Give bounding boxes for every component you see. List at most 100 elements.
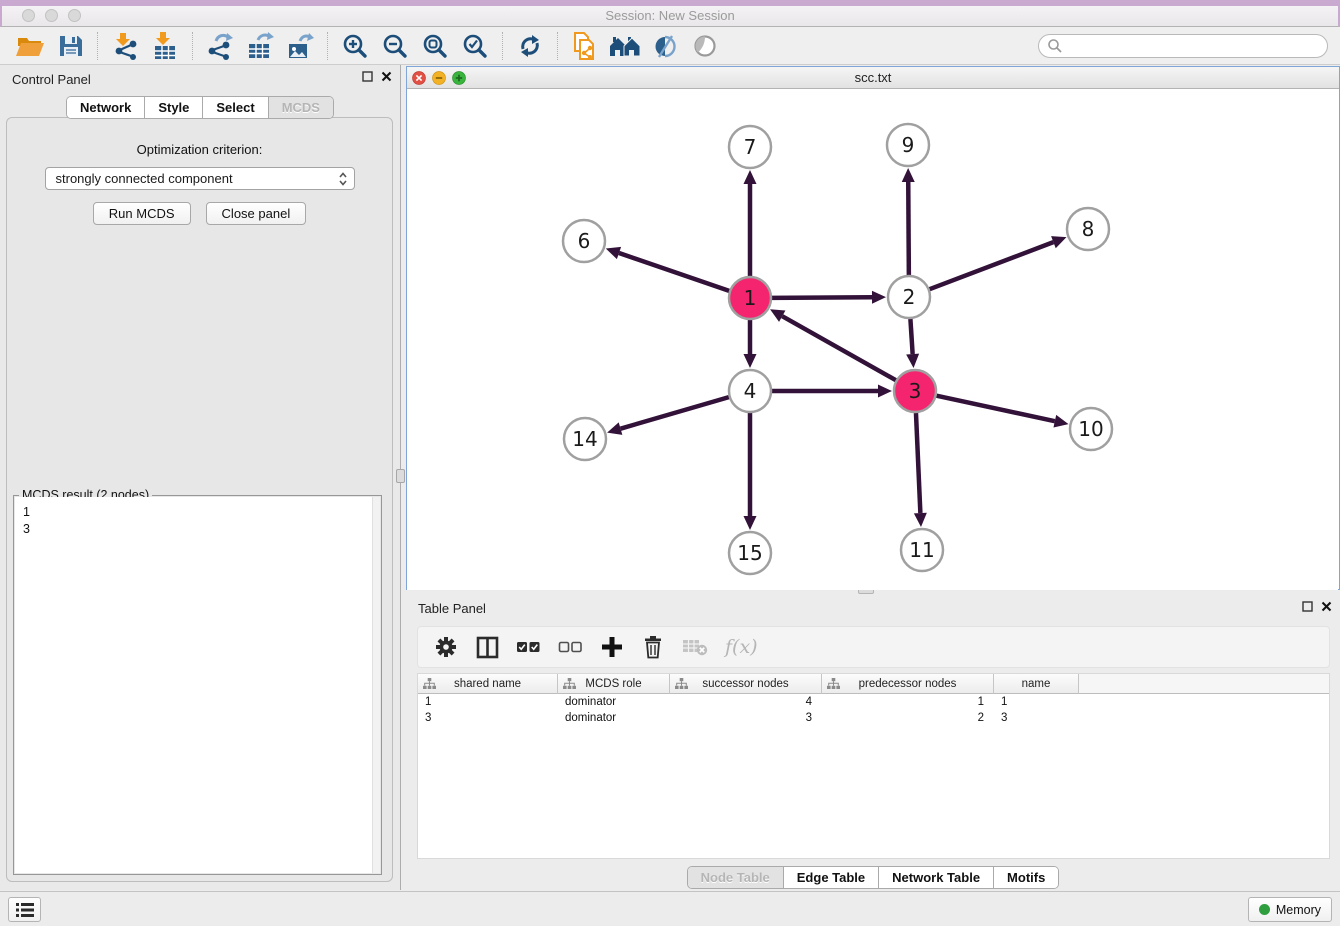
- open-session-button[interactable]: [10, 30, 50, 62]
- graph-node-9[interactable]: 9: [887, 124, 929, 166]
- graphics-details-button[interactable]: [645, 30, 685, 62]
- graph-edge[interactable]: [908, 182, 909, 275]
- task-history-button[interactable]: [8, 897, 41, 922]
- zoom-in-button[interactable]: [335, 30, 375, 62]
- show-columns-button[interactable]: [475, 634, 499, 660]
- result-line: 1: [23, 504, 380, 521]
- table-row[interactable]: 3 dominator 3 2 3: [418, 710, 1329, 726]
- column-header-mcds-role[interactable]: MCDS role: [558, 674, 670, 694]
- column-header-shared-name[interactable]: shared name: [418, 674, 558, 694]
- tab-network[interactable]: Network: [67, 97, 145, 118]
- search-input[interactable]: [1063, 36, 1327, 56]
- tab-select[interactable]: Select: [203, 97, 268, 118]
- graph-node-8[interactable]: 8: [1067, 208, 1109, 250]
- graph-node-7[interactable]: 7: [729, 126, 771, 168]
- search-icon: [1047, 38, 1063, 54]
- edge-arrowhead: [906, 354, 919, 368]
- table-row[interactable]: 1 dominator 4 1 1: [418, 694, 1329, 710]
- hide-details-button[interactable]: [685, 30, 725, 62]
- edge-arrowhead: [902, 168, 915, 182]
- graph-node-15[interactable]: 15: [729, 532, 771, 574]
- mcds-result-text[interactable]: 1 3: [15, 497, 380, 873]
- graph-edge[interactable]: [621, 397, 729, 429]
- vertical-split-grip[interactable]: [396, 469, 405, 483]
- function-builder-button[interactable]: f(x): [725, 634, 758, 660]
- network-frame-titlebar[interactable]: scc.txt: [407, 67, 1339, 89]
- result-scrollbar[interactable]: [372, 497, 380, 873]
- close-panel-icon[interactable]: [381, 71, 392, 82]
- toolbar-separator: [327, 32, 328, 60]
- optimization-criterion-label: Optimization criterion:: [7, 142, 392, 157]
- graph-edge[interactable]: [910, 319, 912, 354]
- export-network-button[interactable]: [200, 30, 240, 62]
- close-panel-button[interactable]: Close panel: [206, 202, 307, 225]
- export-table-icon: [246, 32, 274, 60]
- graph-node-2[interactable]: 2: [888, 276, 930, 318]
- zoom-selected-button[interactable]: [455, 30, 495, 62]
- open-folder-icon: [15, 33, 45, 59]
- delete-table-button[interactable]: [682, 634, 708, 660]
- graph-node-4[interactable]: 4: [729, 370, 771, 412]
- node-table[interactable]: shared name MCDS role: [417, 673, 1330, 859]
- network-title: scc.txt: [407, 70, 1339, 85]
- graph-edge[interactable]: [772, 297, 872, 298]
- graph-node-1[interactable]: 1: [729, 277, 771, 319]
- column-header-name[interactable]: name: [994, 674, 1079, 694]
- refresh-button[interactable]: [510, 30, 550, 62]
- graph-node-14[interactable]: 14: [564, 418, 606, 460]
- graph-node-3[interactable]: 3: [894, 370, 936, 412]
- node-label: 4: [744, 379, 757, 403]
- node-label: 9: [902, 133, 915, 157]
- export-table-button[interactable]: [240, 30, 280, 62]
- unchecked-boxes-icon: [558, 640, 583, 654]
- column-header-predecessor-nodes[interactable]: predecessor nodes: [822, 674, 994, 694]
- table-settings-button[interactable]: [434, 634, 458, 660]
- network-from-file-button[interactable]: [565, 30, 605, 62]
- zoom-in-icon: [342, 33, 368, 59]
- network-canvas[interactable]: 7 9 6 8 1 2 4 3 14 10 15 11: [407, 90, 1338, 590]
- graph-node-11[interactable]: 11: [901, 529, 943, 571]
- run-mcds-button[interactable]: Run MCDS: [93, 202, 191, 225]
- tab-motifs[interactable]: Motifs: [994, 867, 1058, 888]
- graph-edge[interactable]: [937, 396, 1055, 422]
- float-panel-icon[interactable]: [362, 71, 373, 82]
- tab-node-table[interactable]: Node Table: [688, 867, 784, 888]
- eye-icon: [692, 33, 718, 59]
- main-toolbar: [0, 27, 1340, 65]
- graph-edge[interactable]: [619, 253, 729, 291]
- trash-icon: [642, 635, 664, 659]
- graph-edge[interactable]: [930, 242, 1054, 289]
- zoom-out-button[interactable]: [375, 30, 415, 62]
- memory-button[interactable]: Memory: [1248, 897, 1332, 922]
- plus-icon: [601, 636, 623, 658]
- float-panel-icon[interactable]: [1302, 601, 1313, 612]
- home-button[interactable]: [605, 30, 645, 62]
- tab-edge-table[interactable]: Edge Table: [784, 867, 879, 888]
- window-titlebar: Session: New Session: [0, 0, 1340, 27]
- attribute-tree-icon: [563, 678, 576, 690]
- select-all-button[interactable]: [516, 634, 541, 660]
- import-table-button[interactable]: [145, 30, 185, 62]
- tab-style[interactable]: Style: [145, 97, 203, 118]
- graph-node-10[interactable]: 10: [1070, 408, 1112, 450]
- graph-node-6[interactable]: 6: [563, 220, 605, 262]
- graph-edge[interactable]: [782, 316, 896, 380]
- table-header: shared name MCDS role: [418, 674, 1329, 694]
- tab-network-table[interactable]: Network Table: [879, 867, 994, 888]
- criterion-select[interactable]: strongly connected component: [45, 167, 355, 190]
- save-session-button[interactable]: [50, 30, 90, 62]
- export-image-button[interactable]: [280, 30, 320, 62]
- create-column-button[interactable]: [600, 634, 624, 660]
- import-network-button[interactable]: [105, 30, 145, 62]
- zoom-fit-button[interactable]: [415, 30, 455, 62]
- search-field[interactable]: [1038, 34, 1328, 58]
- mcds-tab-content: Optimization criterion: strongly connect…: [6, 117, 393, 882]
- tab-mcds[interactable]: MCDS: [269, 97, 333, 118]
- import-network-icon: [111, 32, 139, 60]
- deselect-all-button[interactable]: [558, 634, 583, 660]
- delete-column-button[interactable]: [641, 634, 665, 660]
- graph-edge[interactable]: [916, 413, 920, 513]
- close-panel-icon[interactable]: [1321, 601, 1332, 612]
- node-label: 7: [744, 135, 757, 159]
- column-header-successor-nodes[interactable]: successor nodes: [670, 674, 822, 694]
